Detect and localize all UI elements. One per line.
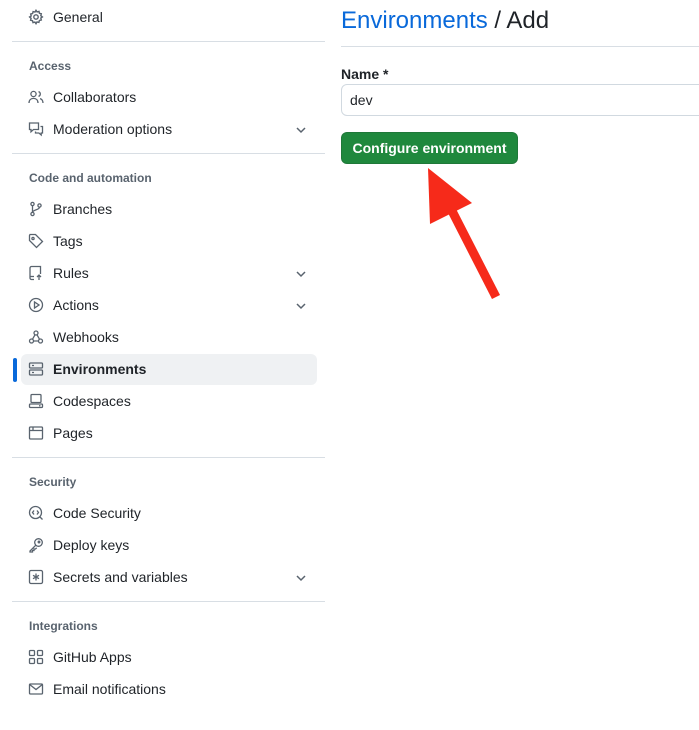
mail-icon [28, 681, 44, 697]
sidebar-item-collaborators[interactable]: Collaborators [21, 82, 317, 113]
main-content: Environments / Add Name * Configure envi… [341, 0, 699, 730]
sidebar-item-label: Tags [53, 233, 83, 249]
active-indicator [13, 358, 17, 382]
sidebar-item-tags[interactable]: Tags [21, 226, 317, 257]
configure-environment-button[interactable]: Configure environment [341, 132, 518, 164]
sidebar-item-label: Email notifications [53, 681, 166, 697]
sidebar-item-branches[interactable]: Branches [21, 194, 317, 225]
group-heading-code-automation: Code and automation [29, 171, 152, 185]
sidebar-item-label: Secrets and variables [53, 569, 188, 585]
people-icon [28, 89, 44, 105]
codespaces-icon [28, 393, 44, 409]
comment-discussion-icon [28, 121, 44, 137]
page-title: Environments / Add [341, 6, 549, 36]
sidebar-item-environments[interactable]: Environments [21, 354, 317, 385]
group-heading-integrations: Integrations [29, 619, 98, 633]
sidebar-item-label: Deploy keys [53, 537, 130, 553]
divider [12, 601, 325, 602]
title-divider [341, 46, 699, 47]
group-heading-access: Access [29, 59, 72, 73]
apps-icon [28, 649, 44, 665]
sidebar-item-pages[interactable]: Pages [21, 418, 317, 449]
sidebar-item-label: Moderation options [53, 121, 173, 137]
play-icon [28, 297, 44, 313]
sidebar-item-deploy-keys[interactable]: Deploy keys [21, 530, 317, 561]
sidebar-item-email-notifications[interactable]: Email notifications [21, 674, 317, 705]
sidebar-item-label: Codespaces [53, 393, 131, 409]
environment-name-input[interactable] [341, 84, 699, 116]
sidebar-item-rules[interactable]: Rules [21, 258, 317, 289]
sidebar-item-label: Actions [53, 297, 99, 313]
sidebar-item-code-security[interactable]: Code Security [21, 498, 317, 529]
browser-icon [28, 425, 44, 441]
tag-icon [28, 233, 44, 249]
chevron-down-icon[interactable] [293, 266, 309, 282]
sidebar-item-actions[interactable]: Actions [21, 290, 317, 321]
chevron-down-icon[interactable] [293, 298, 309, 314]
sidebar-item-label: Pages [53, 425, 93, 441]
settings-sidebar: General Access Collaborators Moderation … [0, 0, 340, 730]
server-icon [28, 361, 44, 377]
sidebar-item-label: Rules [53, 265, 89, 281]
sidebar-item-general[interactable]: General [21, 2, 317, 33]
name-label: Name * [341, 66, 389, 82]
chevron-down-icon[interactable] [293, 122, 309, 138]
gear-icon [28, 9, 44, 25]
divider [12, 41, 325, 42]
sidebar-item-codespaces[interactable]: Codespaces [21, 386, 317, 417]
sidebar-item-label: Webhooks [53, 329, 119, 345]
divider [12, 457, 325, 458]
repo-push-icon [28, 265, 44, 281]
breadcrumb-separator: / [487, 7, 507, 34]
sidebar-item-github-apps[interactable]: GitHub Apps [21, 642, 317, 673]
sidebar-item-label: Environments [53, 361, 147, 377]
sidebar-item-label: GitHub Apps [53, 649, 132, 665]
webhook-icon [28, 329, 44, 345]
codescan-icon [28, 505, 44, 521]
sidebar-item-webhooks[interactable]: Webhooks [21, 322, 317, 353]
sidebar-item-moderation-options[interactable]: Moderation options [21, 114, 317, 145]
group-heading-security: Security [29, 475, 77, 489]
sidebar-item-label: General [53, 9, 103, 25]
breadcrumb-current: Add [506, 7, 550, 34]
divider [12, 153, 325, 154]
chevron-down-icon[interactable] [293, 570, 309, 586]
asterisk-icon [28, 569, 44, 585]
key-icon [28, 537, 44, 553]
sidebar-item-label: Code Security [53, 505, 141, 521]
breadcrumb-environments-link[interactable]: Environments [341, 7, 488, 34]
git-branch-icon [28, 201, 44, 217]
sidebar-item-secrets-and-variables[interactable]: Secrets and variables [21, 562, 317, 593]
sidebar-item-label: Collaborators [53, 89, 137, 105]
sidebar-item-label: Branches [53, 201, 113, 217]
